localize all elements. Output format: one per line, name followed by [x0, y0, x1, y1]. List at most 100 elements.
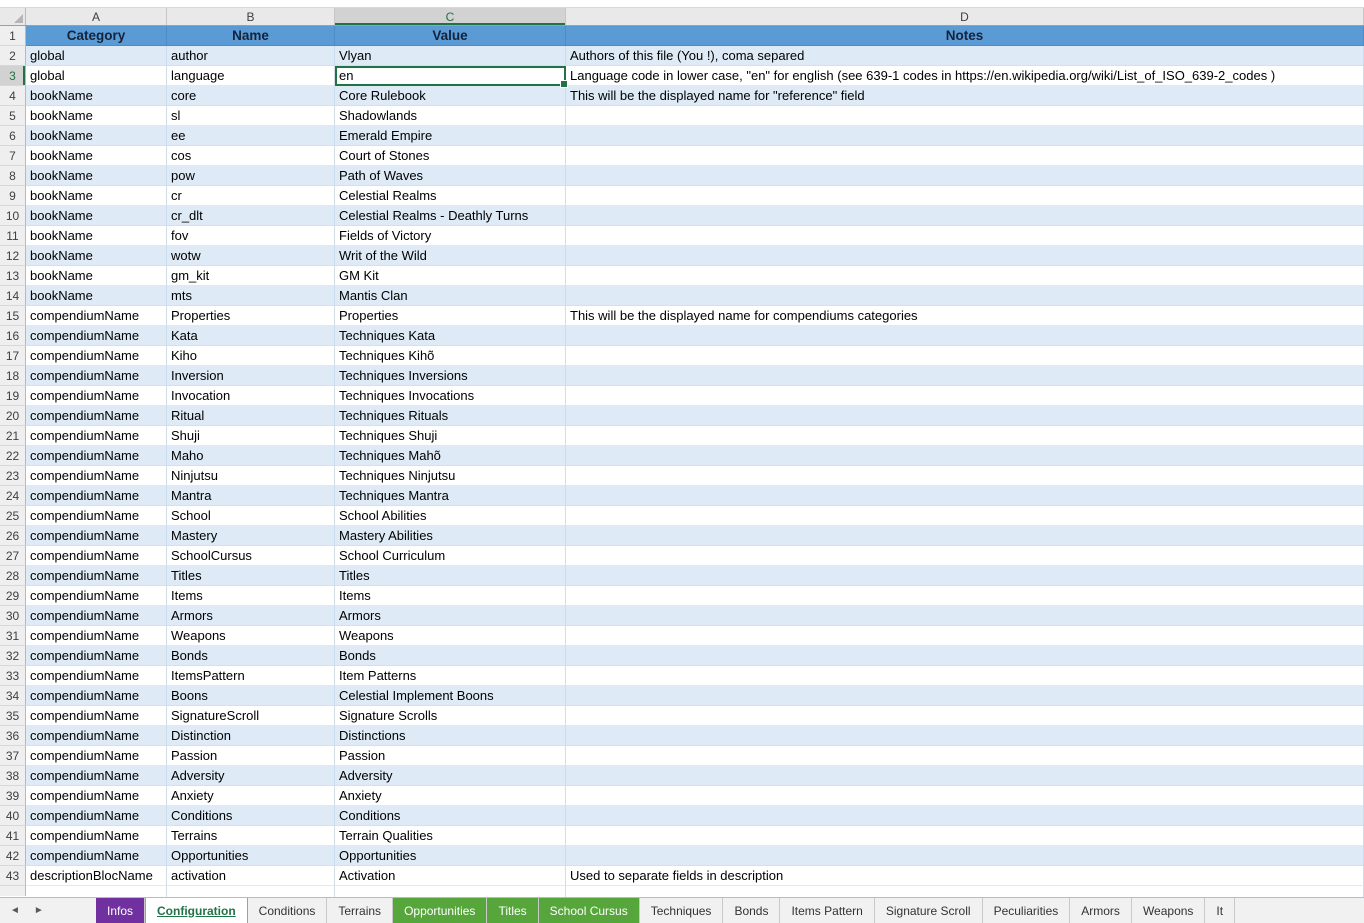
row-header-40[interactable]: 40 — [0, 806, 26, 826]
row-header-30[interactable]: 30 — [0, 606, 26, 626]
column-header-A[interactable]: A — [26, 8, 167, 25]
cell-D41[interactable] — [566, 826, 1364, 846]
cell-A40[interactable]: compendiumName — [26, 806, 167, 826]
row-header-6[interactable]: 6 — [0, 126, 26, 146]
row-header-14[interactable]: 14 — [0, 286, 26, 306]
cell-A4[interactable]: bookName — [26, 86, 167, 106]
cell-B36[interactable]: Distinction — [167, 726, 335, 746]
cell-D5[interactable] — [566, 106, 1364, 126]
row-header-28[interactable]: 28 — [0, 566, 26, 586]
cell-A30[interactable]: compendiumName — [26, 606, 167, 626]
cell-A26[interactable]: compendiumName — [26, 526, 167, 546]
cell-C30[interactable]: Armors — [335, 606, 566, 626]
row-header-43[interactable]: 43 — [0, 866, 26, 886]
cell-B25[interactable]: School — [167, 506, 335, 526]
cell-D33[interactable] — [566, 666, 1364, 686]
cell-D43[interactable]: Used to separate fields in description — [566, 866, 1364, 886]
cell-D21[interactable] — [566, 426, 1364, 446]
cell-B8[interactable]: pow — [167, 166, 335, 186]
cell-C17[interactable]: Techniques Kihõ — [335, 346, 566, 366]
cell-C5[interactable]: Shadowlands — [335, 106, 566, 126]
cell-D17[interactable] — [566, 346, 1364, 366]
cell-C41[interactable]: Terrain Qualities — [335, 826, 566, 846]
cell-A35[interactable]: compendiumName — [26, 706, 167, 726]
cell-D2[interactable]: Authors of this file (You !), coma separ… — [566, 46, 1364, 66]
cell-D34[interactable] — [566, 686, 1364, 706]
cell-B41[interactable]: Terrains — [167, 826, 335, 846]
cell-A41[interactable]: compendiumName — [26, 826, 167, 846]
cell-C32[interactable]: Bonds — [335, 646, 566, 666]
cell-D29[interactable] — [566, 586, 1364, 606]
cell-C38[interactable]: Adversity — [335, 766, 566, 786]
cell-C7[interactable]: Court of Stones — [335, 146, 566, 166]
row-header-7[interactable]: 7 — [0, 146, 26, 166]
cell-A16[interactable]: compendiumName — [26, 326, 167, 346]
cell-C37[interactable]: Passion — [335, 746, 566, 766]
cell-C28[interactable]: Titles — [335, 566, 566, 586]
cell-B11[interactable]: fov — [167, 226, 335, 246]
sheet-tab-infos[interactable]: Infos — [96, 898, 145, 923]
row-header-12[interactable]: 12 — [0, 246, 26, 266]
cell-C9[interactable]: Celestial Realms — [335, 186, 566, 206]
cell-B34[interactable]: Boons — [167, 686, 335, 706]
cell-D30[interactable] — [566, 606, 1364, 626]
row-header-41[interactable]: 41 — [0, 826, 26, 846]
cell-C12[interactable]: Writ of the Wild — [335, 246, 566, 266]
cell-C29[interactable]: Items — [335, 586, 566, 606]
cell-C6[interactable]: Emerald Empire — [335, 126, 566, 146]
cell-B18[interactable]: Inversion — [167, 366, 335, 386]
cell-A28[interactable]: compendiumName — [26, 566, 167, 586]
cell-A14[interactable]: bookName — [26, 286, 167, 306]
cell-A29[interactable]: compendiumName — [26, 586, 167, 606]
cell-D28[interactable] — [566, 566, 1364, 586]
cell-D18[interactable] — [566, 366, 1364, 386]
cell-B2[interactable]: author — [167, 46, 335, 66]
cell-A17[interactable]: compendiumName — [26, 346, 167, 366]
cell-B43[interactable]: activation — [167, 866, 335, 886]
cell-B23[interactable]: Ninjutsu — [167, 466, 335, 486]
cell-C21[interactable]: Techniques Shuji — [335, 426, 566, 446]
row-header-16[interactable]: 16 — [0, 326, 26, 346]
header-cell-D1[interactable]: Notes — [566, 26, 1364, 46]
cell-D20[interactable] — [566, 406, 1364, 426]
sheet-tab-opportunities[interactable]: Opportunities — [393, 898, 487, 923]
row-header-4[interactable]: 4 — [0, 86, 26, 106]
cell-C19[interactable]: Techniques Invocations — [335, 386, 566, 406]
sheet-tab-armors[interactable]: Armors — [1070, 898, 1132, 923]
row-header-8[interactable]: 8 — [0, 166, 26, 186]
cell-A12[interactable]: bookName — [26, 246, 167, 266]
cell-B38[interactable]: Adversity — [167, 766, 335, 786]
cell-B35[interactable]: SignatureScroll — [167, 706, 335, 726]
cell-B26[interactable]: Mastery — [167, 526, 335, 546]
row-header-27[interactable]: 27 — [0, 546, 26, 566]
cell-A31[interactable]: compendiumName — [26, 626, 167, 646]
cell-A7[interactable]: bookName — [26, 146, 167, 166]
cell-C15[interactable]: Properties — [335, 306, 566, 326]
row-header-25[interactable]: 25 — [0, 506, 26, 526]
cell-A23[interactable]: compendiumName — [26, 466, 167, 486]
cell-C31[interactable]: Weapons — [335, 626, 566, 646]
cell-A25[interactable]: compendiumName — [26, 506, 167, 526]
cell-D38[interactable] — [566, 766, 1364, 786]
cell-C20[interactable]: Techniques Rituals — [335, 406, 566, 426]
cell-A15[interactable]: compendiumName — [26, 306, 167, 326]
cell-A13[interactable]: bookName — [26, 266, 167, 286]
row-header-21[interactable]: 21 — [0, 426, 26, 446]
cell-C26[interactable]: Mastery Abilities — [335, 526, 566, 546]
cell-B12[interactable]: wotw — [167, 246, 335, 266]
cell-D39[interactable] — [566, 786, 1364, 806]
row-header-20[interactable]: 20 — [0, 406, 26, 426]
cell-B33[interactable]: ItemsPattern — [167, 666, 335, 686]
cell-A18[interactable]: compendiumName — [26, 366, 167, 386]
cell-B3[interactable]: language — [167, 66, 335, 86]
row-header-22[interactable]: 22 — [0, 446, 26, 466]
row-header-19[interactable]: 19 — [0, 386, 26, 406]
sheet-tab-terrains[interactable]: Terrains — [327, 898, 393, 923]
cell-B17[interactable]: Kiho — [167, 346, 335, 366]
cell-A3[interactable]: global — [26, 66, 167, 86]
cell-D7[interactable] — [566, 146, 1364, 166]
cell-B32[interactable]: Bonds — [167, 646, 335, 666]
cell-D13[interactable] — [566, 266, 1364, 286]
cell-B19[interactable]: Invocation — [167, 386, 335, 406]
cell-B42[interactable]: Opportunities — [167, 846, 335, 866]
